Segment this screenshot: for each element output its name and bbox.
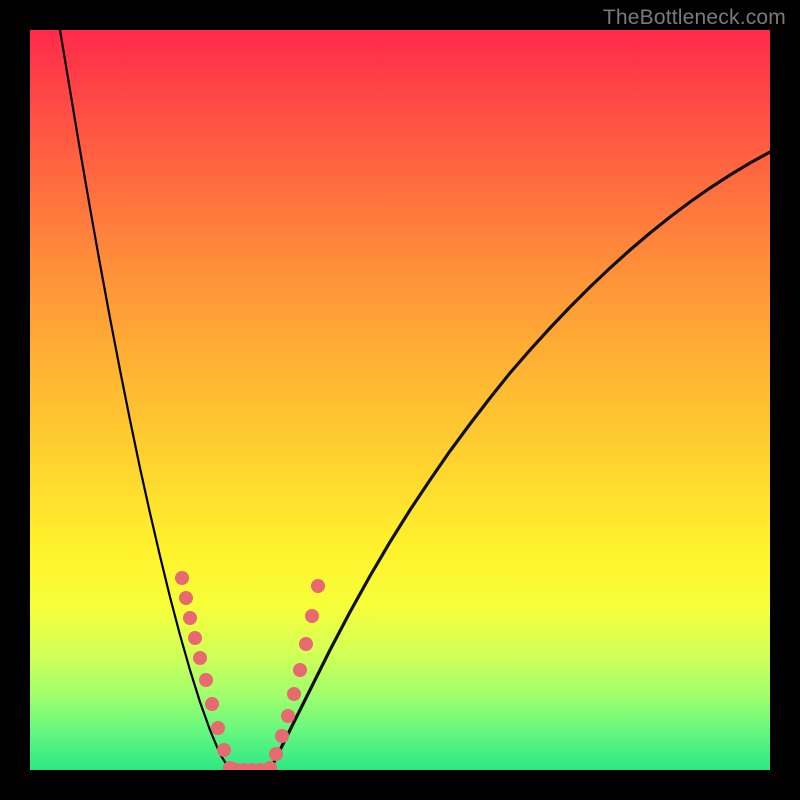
data-point xyxy=(269,747,283,761)
data-point xyxy=(188,631,202,645)
watermark-text: TheBottleneck.com xyxy=(603,6,786,30)
data-point xyxy=(183,611,197,625)
data-point xyxy=(311,579,325,593)
data-point xyxy=(205,697,219,711)
data-point xyxy=(179,591,193,605)
data-point xyxy=(217,743,231,757)
data-point xyxy=(293,663,307,677)
data-point xyxy=(275,729,289,743)
data-point xyxy=(211,721,225,735)
bottleneck-curve-right-overlay xyxy=(270,152,770,770)
bottleneck-curve xyxy=(60,30,770,770)
data-point xyxy=(199,673,213,687)
data-point xyxy=(287,687,301,701)
chart-frame: TheBottleneck.com xyxy=(0,0,800,800)
plot-area xyxy=(30,30,770,770)
data-point xyxy=(175,571,189,585)
data-point xyxy=(193,651,207,665)
data-point xyxy=(305,609,319,623)
chart-svg xyxy=(30,30,770,770)
data-point xyxy=(281,709,295,723)
data-point xyxy=(299,637,313,651)
